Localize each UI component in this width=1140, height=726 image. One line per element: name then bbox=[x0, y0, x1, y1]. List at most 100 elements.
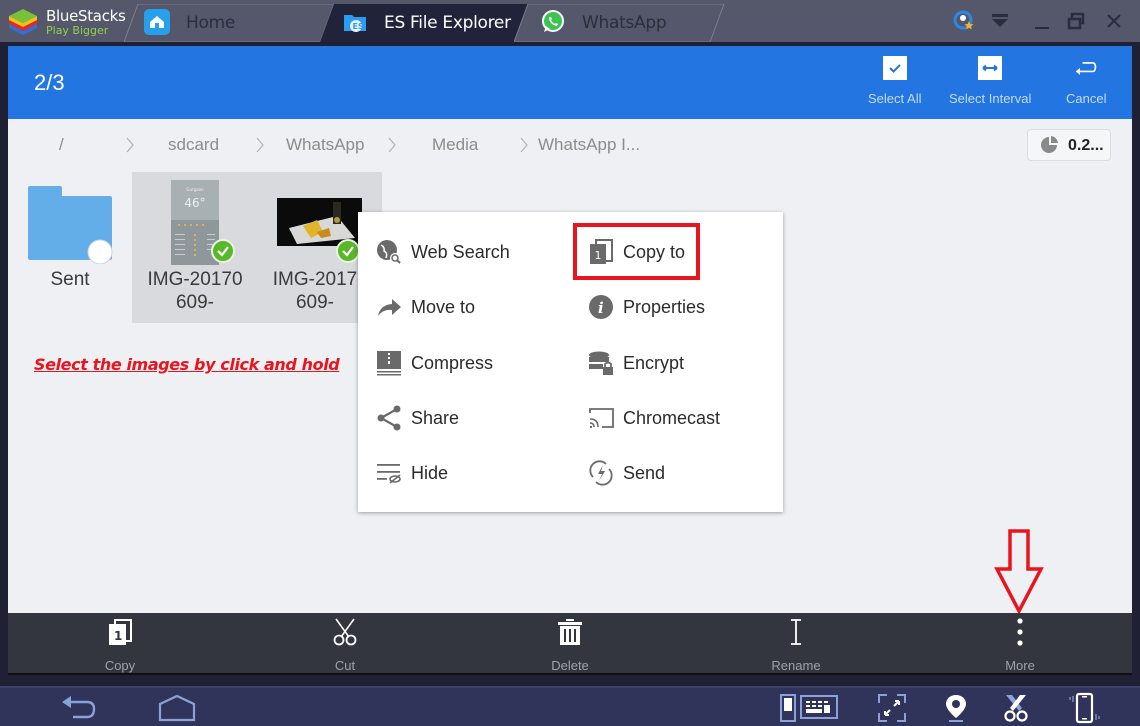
copy-to-icon: 1 bbox=[588, 239, 614, 265]
cut-button[interactable]: Cut bbox=[285, 617, 405, 673]
menu-item-web-search[interactable]: Web Search bbox=[376, 232, 510, 272]
tab-whatsapp-label: WhatsApp bbox=[582, 13, 667, 33]
compress-icon bbox=[376, 350, 402, 376]
title-bar: BlueStacks Play Bigger Home ES ES File E… bbox=[0, 0, 1140, 42]
delete-label: Delete bbox=[551, 658, 589, 673]
menu-item-send[interactable]: Send bbox=[588, 453, 665, 493]
account-star-icon[interactable] bbox=[951, 8, 977, 34]
chevron-right-icon bbox=[256, 137, 264, 153]
tab-whatsapp[interactable]: WhatsApp bbox=[514, 4, 724, 42]
folder-sent-name: Sent bbox=[50, 269, 90, 290]
select-all-button[interactable]: Select All bbox=[868, 56, 921, 106]
encrypt-icon bbox=[588, 350, 614, 376]
bluestacks-logo-icon bbox=[9, 9, 37, 35]
hide-icon bbox=[376, 460, 402, 486]
shake-icon bbox=[1069, 692, 1100, 724]
chevron-right-icon bbox=[126, 137, 134, 153]
bottom-toolbar: 1 Copy Cut Delete Rename More bbox=[8, 613, 1132, 675]
cancel-button[interactable]: Cancel bbox=[1066, 56, 1106, 106]
breadcrumb-whatsapp-images[interactable]: WhatsApp I... bbox=[538, 135, 640, 155]
menu-item-copy-to[interactable]: 1 Copy to bbox=[588, 232, 685, 272]
select-all-icon bbox=[882, 56, 907, 80]
copy-label: Copy bbox=[104, 658, 136, 673]
breadcrumb-whatsapp[interactable]: WhatsApp bbox=[286, 135, 364, 155]
brand-title: BlueStacks bbox=[46, 7, 126, 25]
es-file-explorer-icon: ES bbox=[342, 9, 368, 35]
tutorial-annotation: Select the images by click and hold bbox=[34, 355, 340, 374]
pie-chart-icon bbox=[1041, 136, 1058, 153]
svg-text:46°: 46° bbox=[184, 196, 205, 210]
location-icon bbox=[946, 695, 966, 722]
storage-indicator[interactable]: 0.2... bbox=[1027, 129, 1111, 161]
menu-item-move-to[interactable]: Move to bbox=[376, 287, 475, 327]
menu-item-encrypt[interactable]: Encrypt bbox=[588, 343, 684, 383]
cut-label: Cut bbox=[334, 658, 356, 673]
chromecast-icon bbox=[588, 405, 614, 431]
menu-item-share[interactable]: Share bbox=[376, 398, 459, 438]
restore-icon[interactable] bbox=[1063, 8, 1089, 34]
menu-item-label: Copy to bbox=[623, 241, 686, 262]
select-all-label: Select All bbox=[868, 91, 922, 106]
menu-item-label: Share bbox=[411, 407, 460, 428]
bluestacks-window: BlueStacks Play Bigger Home ES ES File E… bbox=[0, 0, 1140, 726]
dropdown-icon[interactable] bbox=[987, 8, 1013, 34]
menu-item-label: Compress bbox=[411, 352, 494, 373]
tab-es-file-explorer[interactable]: ES ES File Explorer bbox=[320, 4, 530, 42]
cancel-label: Cancel bbox=[1066, 91, 1107, 106]
back-icon bbox=[62, 696, 96, 719]
context-menu: Web Search Move to Compress Share Hide 1… bbox=[358, 212, 783, 512]
svg-text:i: i bbox=[598, 299, 604, 317]
close-icon[interactable] bbox=[1101, 8, 1127, 34]
selection-header: 2/3 Select All Select Interval Cancel bbox=[8, 46, 1132, 119]
file-image-1-name-line2: 609- bbox=[175, 292, 215, 313]
menu-item-label: Web Search bbox=[411, 241, 510, 262]
rename-button[interactable]: Rename bbox=[736, 617, 856, 673]
menu-item-chromecast[interactable]: Chromecast bbox=[588, 398, 720, 438]
home-icon bbox=[158, 694, 196, 722]
copy-button[interactable]: 1 Copy bbox=[60, 617, 180, 673]
whatsapp-icon bbox=[540, 9, 566, 35]
selected-check-icon bbox=[336, 239, 360, 263]
breadcrumb: / sdcard WhatsApp Media WhatsApp I... bbox=[8, 133, 908, 157]
menu-item-hide[interactable]: Hide bbox=[376, 453, 448, 493]
breadcrumb-root[interactable]: / bbox=[59, 135, 64, 155]
file-image-2-name-line2: 609- bbox=[295, 292, 335, 313]
breadcrumb-sdcard[interactable]: sdcard bbox=[168, 135, 219, 155]
scissors-button[interactable] bbox=[998, 691, 1034, 725]
cancel-icon bbox=[1074, 56, 1098, 80]
selection-count: 2/3 bbox=[34, 70, 65, 95]
keyboard-toggle-button[interactable] bbox=[778, 691, 840, 725]
location-button[interactable] bbox=[938, 691, 974, 725]
svg-text:1: 1 bbox=[595, 249, 602, 262]
select-interval-button[interactable]: Select Interval bbox=[949, 56, 1031, 106]
cut-icon bbox=[330, 617, 360, 647]
breadcrumb-media[interactable]: Media bbox=[432, 135, 478, 155]
menu-item-label: Hide bbox=[411, 462, 449, 483]
menu-item-properties[interactable]: i Properties bbox=[588, 287, 705, 327]
send-icon bbox=[588, 460, 614, 486]
file-image-1-name-line1: IMG-20170 bbox=[147, 269, 243, 290]
more-button[interactable]: More bbox=[960, 617, 1080, 673]
more-label: More bbox=[1005, 658, 1035, 673]
shake-button[interactable] bbox=[1064, 691, 1104, 725]
select-interval-icon bbox=[978, 56, 1003, 80]
minimize-icon[interactable] bbox=[1029, 8, 1055, 34]
annotation-arrow-down-icon bbox=[994, 529, 1044, 615]
file-image-1[interactable]: Gurgaon 46° IMG-20170 609- bbox=[132, 172, 257, 323]
folder-sent[interactable]: Sent bbox=[8, 172, 132, 323]
properties-icon: i bbox=[588, 294, 614, 320]
menu-item-compress[interactable]: Compress bbox=[376, 343, 493, 383]
chevron-right-icon bbox=[388, 137, 396, 153]
menu-item-label: Encrypt bbox=[623, 352, 685, 373]
back-button[interactable] bbox=[56, 691, 102, 725]
home-button[interactable] bbox=[152, 691, 202, 725]
select-interval-label: Select Interval bbox=[949, 91, 1032, 106]
tab-home-label: Home bbox=[186, 13, 236, 33]
fullscreen-button[interactable] bbox=[874, 691, 910, 725]
folder-icon bbox=[28, 186, 113, 264]
tab-home[interactable]: Home bbox=[124, 4, 334, 42]
web-search-icon bbox=[376, 239, 402, 265]
bluestacks-logo: BlueStacks Play Bigger bbox=[4, 4, 130, 38]
selected-check-icon bbox=[211, 239, 235, 263]
delete-button[interactable]: Delete bbox=[510, 617, 630, 673]
